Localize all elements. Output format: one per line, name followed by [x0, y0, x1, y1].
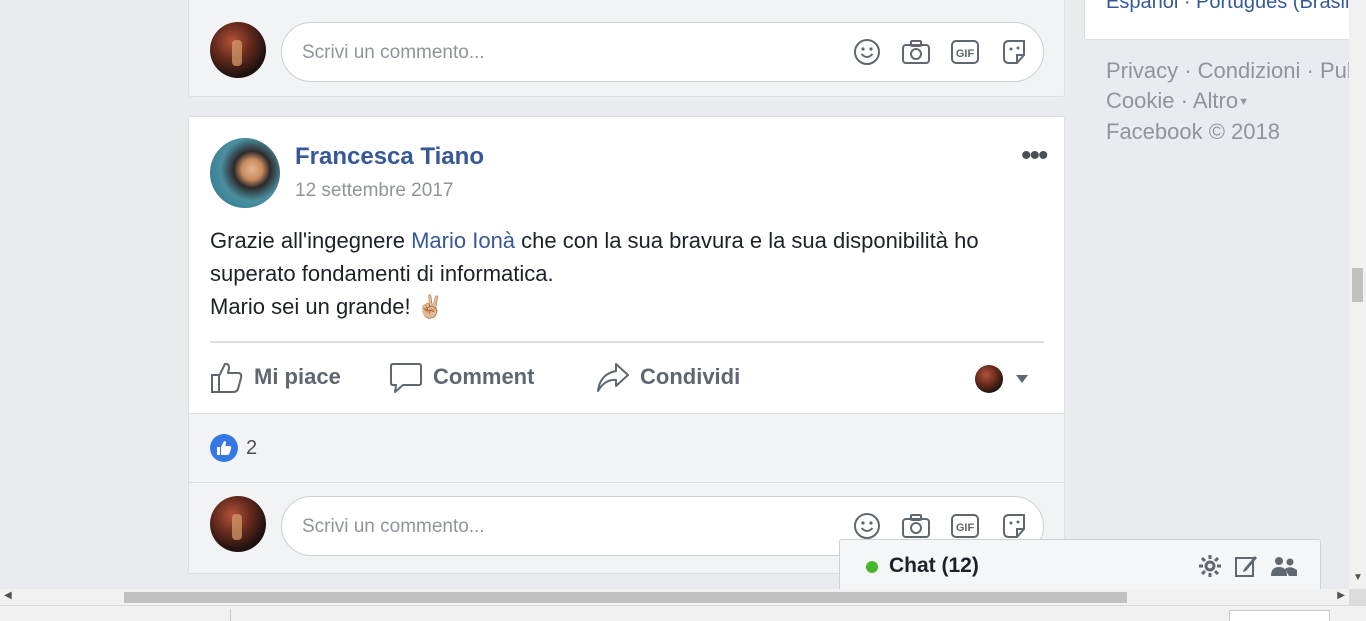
horizontal-scroll-thumb[interactable] — [124, 592, 1127, 603]
chevron-down-icon — [1016, 375, 1028, 383]
caret-down-icon[interactable]: ▼ — [1238, 96, 1249, 108]
camera-icon[interactable] — [901, 37, 931, 67]
scroll-right-arrow-icon[interactable]: ▶ — [1337, 590, 1345, 601]
divider — [210, 341, 1044, 343]
like-icon — [211, 362, 243, 393]
language-box: Español · Português (Brasil) — [1084, 0, 1366, 40]
online-status-dot — [866, 561, 878, 573]
share-label: Condividi — [640, 364, 741, 389]
user-avatar[interactable] — [210, 496, 266, 552]
post-as-selector[interactable] — [975, 365, 1029, 393]
post-actions: Mi piace Comment Condividi — [210, 360, 1044, 400]
language-links[interactable]: Español · Português (Brasil) — [1106, 0, 1356, 14]
camera-icon[interactable] — [901, 511, 931, 541]
post-text-start: Grazie all'ingegnere — [210, 228, 412, 253]
vertical-scroll-thumb[interactable] — [1352, 268, 1363, 302]
share-button[interactable]: Condividi — [596, 360, 740, 394]
comment-placeholder: Scrivi un commento... — [302, 42, 485, 63]
comment-label: Comment — [433, 364, 535, 389]
emoji-icon[interactable] — [852, 37, 882, 67]
like-button[interactable]: Mi piace — [210, 360, 341, 394]
svg-text:GIF: GIF — [956, 522, 975, 534]
divider — [189, 482, 1064, 483]
scroll-left-arrow-icon[interactable]: ◀ — [4, 590, 12, 601]
chat-label[interactable]: Chat (12) — [889, 554, 979, 578]
copyright: Facebook © 2018 — [1106, 119, 1280, 145]
scrollbar-corner — [1349, 589, 1366, 605]
sticker-icon[interactable] — [999, 37, 1029, 67]
post-as-avatar — [975, 365, 1003, 393]
post-author[interactable]: Francesca Tiano — [295, 143, 484, 171]
gear-icon[interactable] — [1198, 554, 1222, 578]
like-label: Mi piace — [254, 364, 341, 389]
reaction-summary[interactable]: 2 — [210, 434, 257, 462]
comment-placeholder: Scrivi un commento... — [302, 516, 485, 537]
comment-button[interactable]: Comment — [389, 360, 534, 394]
status-separator — [230, 609, 231, 621]
previous-post-footer: Scrivi un commento... GIF — [188, 0, 1065, 97]
horizontal-scrollbar[interactable]: ◀ ▶ — [0, 589, 1349, 605]
author-avatar[interactable] — [210, 138, 280, 208]
gif-icon[interactable]: GIF — [950, 37, 980, 67]
comment-icon — [390, 363, 422, 393]
comment-input[interactable]: Scrivi un commento... GIF — [281, 22, 1044, 82]
gif-icon[interactable]: GIF — [950, 511, 980, 541]
share-icon — [597, 363, 629, 392]
user-avatar[interactable] — [210, 22, 266, 78]
footer-line1[interactable]: Privacy · Condizioni · Pubblicità — [1106, 56, 1366, 86]
post-card: Francesca Tiano 12 settembre 2017 ••• Gr… — [188, 116, 1065, 574]
cookie-link[interactable]: Cookie · — [1106, 88, 1193, 113]
post-body: Grazie all'ingegnere Mario Ionà che con … — [210, 224, 1050, 323]
post-date[interactable]: 12 settembre 2017 — [295, 180, 453, 202]
post-text-line2: Mario sei un grande! ✌🏼 — [210, 294, 445, 319]
altro-link[interactable]: Altro — [1193, 88, 1238, 113]
emoji-icon[interactable] — [852, 511, 882, 541]
scroll-down-arrow-icon[interactable]: ▼ — [1353, 572, 1363, 583]
more-options-icon[interactable]: ••• — [1021, 139, 1048, 173]
like-count[interactable]: 2 — [246, 437, 257, 460]
sticker-icon[interactable] — [999, 511, 1029, 541]
group-icon[interactable] — [1270, 554, 1298, 578]
mention-link[interactable]: Mario Ionà — [411, 228, 515, 253]
compose-icon[interactable] — [1234, 554, 1258, 578]
status-zoom-box[interactable] — [1229, 610, 1330, 621]
vertical-scrollbar[interactable]: ▼ — [1349, 0, 1366, 589]
chat-bar[interactable]: Chat (12) — [839, 539, 1321, 591]
status-bar — [0, 605, 1366, 621]
footer-links: Privacy · Condizioni · Pubblicità Cookie… — [1106, 56, 1366, 147]
svg-text:GIF: GIF — [956, 48, 975, 60]
like-reaction-icon — [210, 434, 238, 462]
